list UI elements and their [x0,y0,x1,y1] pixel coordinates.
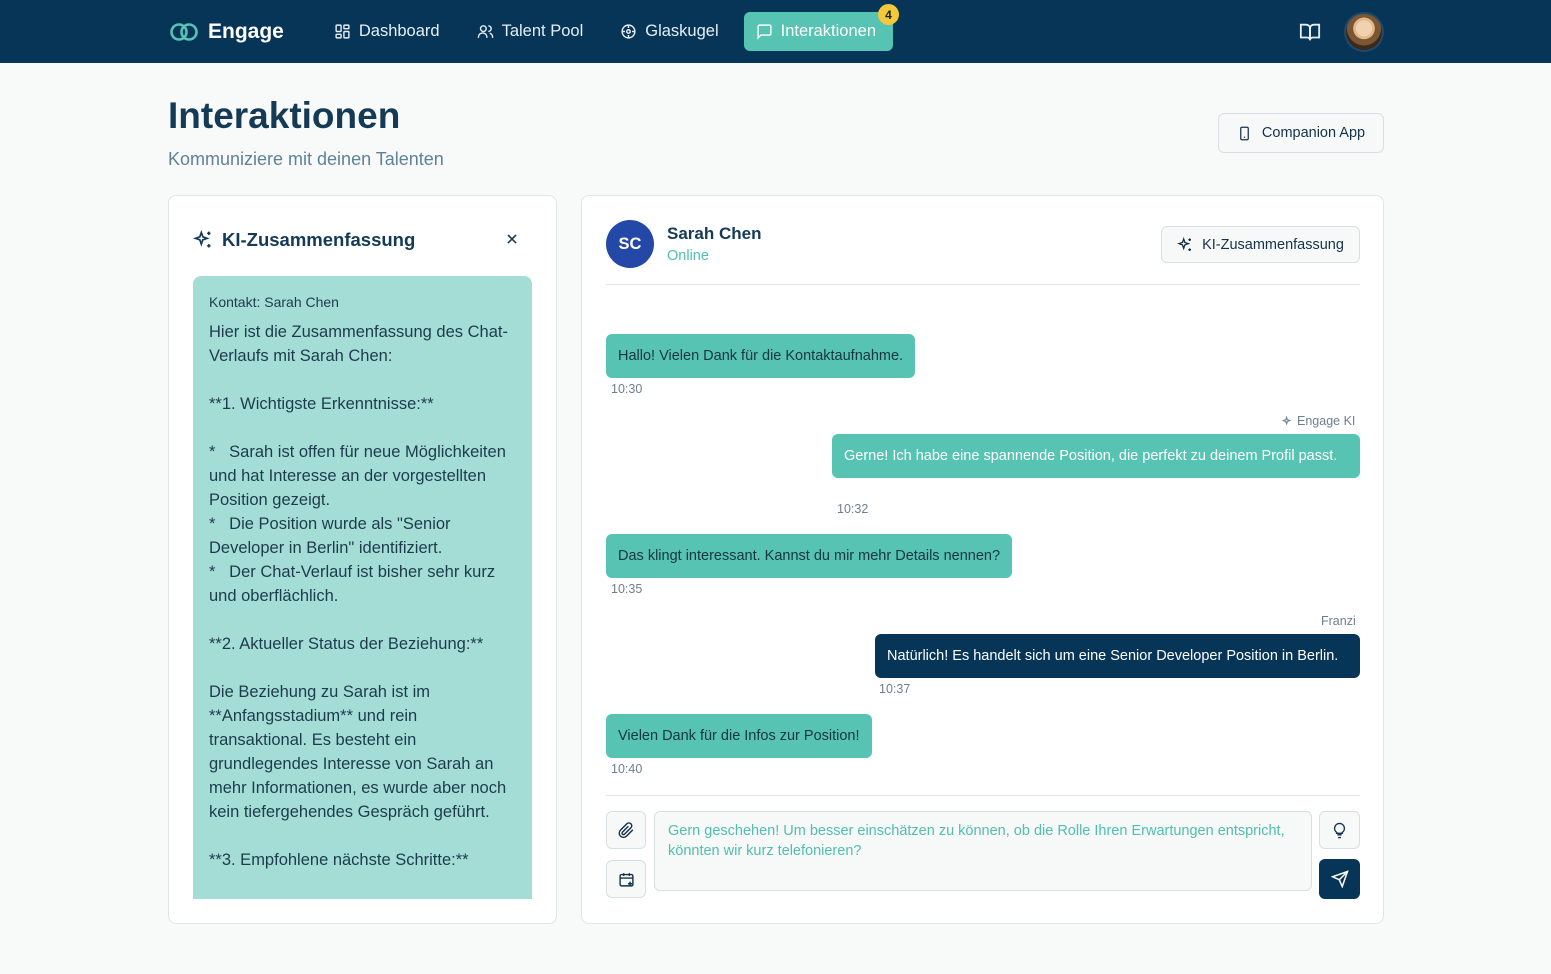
sparkles-icon [1177,236,1192,251]
nav-glaskugel-label: Glaskugel [645,22,719,40]
crystal-ball-icon [621,24,636,39]
message-sender: Franzi [1321,614,1356,628]
chat-header: SC Sarah Chen Online [606,220,761,268]
nav-interaktionen[interactable]: Interaktionen 4 [743,4,900,51]
nav-glaskugel[interactable]: Glaskugel [608,12,735,51]
nav-dashboard[interactable]: Dashboard [322,12,457,51]
summary-header: KI-Zusammenfassung [193,229,415,251]
page-title: Interaktionen [168,95,401,136]
nav-interaktionen-label: Interaktionen [780,22,877,40]
user-avatar[interactable] [1344,11,1384,52]
message-sender: Engage KI [1282,414,1355,428]
suggestion-button[interactable] [1319,811,1360,849]
summary-content: Kontakt: Sarah Chen Hier ist die Zusamme… [193,276,532,899]
notification-badge: 4 [878,4,900,25]
calendar-plus-icon [618,872,634,887]
ai-summary-button-label: KI-Zusammenfassung [1202,236,1344,253]
message-bubble: Hallo! Vielen Dank für die Kontaktaufnah… [606,334,916,378]
nav-talent-pool[interactable]: Talent Pool [465,12,601,51]
paperclip-icon [618,821,633,838]
message-input[interactable] [654,811,1312,891]
smartphone-icon [1240,126,1249,140]
message-bubble: Das klingt interessant. Kannst du mir me… [606,534,1013,578]
lightbulb-icon [1333,822,1346,838]
summary-text: Hier ist die Zusammenfassung des Chat-Ve… [209,323,508,869]
dashboard-icon [335,24,350,39]
users-icon [477,25,493,38]
nav-talent-pool-label: Talent Pool [501,22,584,40]
message-time: 10:40 [611,762,643,776]
sparkles-icon [1282,415,1292,425]
companion-app-button[interactable]: Companion App [1218,113,1384,153]
app-name: Engage [208,19,284,43]
message-time: 10:35 [611,582,643,596]
summary-contact: Kontakt: Sarah Chen [209,294,339,310]
message-sender-name: Franzi [1321,614,1356,628]
page-subtitle: Kommuniziere mit deinen Talenten [168,149,444,169]
chat-panel: SC Sarah Chen Online KI-Zusammenfassung … [581,195,1384,924]
attach-button[interactable] [606,811,646,849]
contact-status: Online [667,248,709,264]
chat-icon [757,24,772,40]
summary-title: KI-Zusammenfassung [222,229,416,250]
send-button[interactable] [1319,859,1360,899]
companion-app-label: Companion App [1261,125,1366,141]
message-bubble: Gerne! Ich habe eine spannende Position,… [832,434,1360,478]
message-sender-name: Engage KI [1297,414,1356,428]
app-logo[interactable]: Engage [170,20,284,44]
header-divider [606,284,1360,285]
contact-avatar: SC [606,220,654,268]
message-time: 10:37 [879,682,911,696]
message-time: 10:30 [611,382,643,396]
close-summary-button[interactable] [503,230,521,248]
sparkles-icon [193,230,211,248]
ai-summary-button[interactable]: KI-Zusammenfassung [1161,226,1360,263]
close-icon [507,234,517,244]
top-navbar: Engage Dashboard Talent Pool Glaskugel I… [0,0,1551,63]
page-header: Interaktionen Kommuniziere mit deinen Ta… [168,95,444,170]
logo-icon [170,22,198,41]
ai-summary-panel: KI-Zusammenfassung Kontakt: Sarah Chen H… [168,195,557,924]
composer-divider [606,795,1360,796]
docs-button[interactable] [1296,18,1324,46]
message-time: 10:32 [837,502,869,516]
schedule-button[interactable] [606,860,646,898]
message-bubble: Natürlich! Es handelt sich um eine Senio… [875,634,1360,678]
send-icon [1330,870,1349,888]
nav-dashboard-label: Dashboard [358,22,440,40]
message-bubble: Vielen Dank für die Infos zur Position! [606,714,872,758]
contact-name: Sarah Chen [667,224,762,243]
book-icon [1299,23,1321,40]
